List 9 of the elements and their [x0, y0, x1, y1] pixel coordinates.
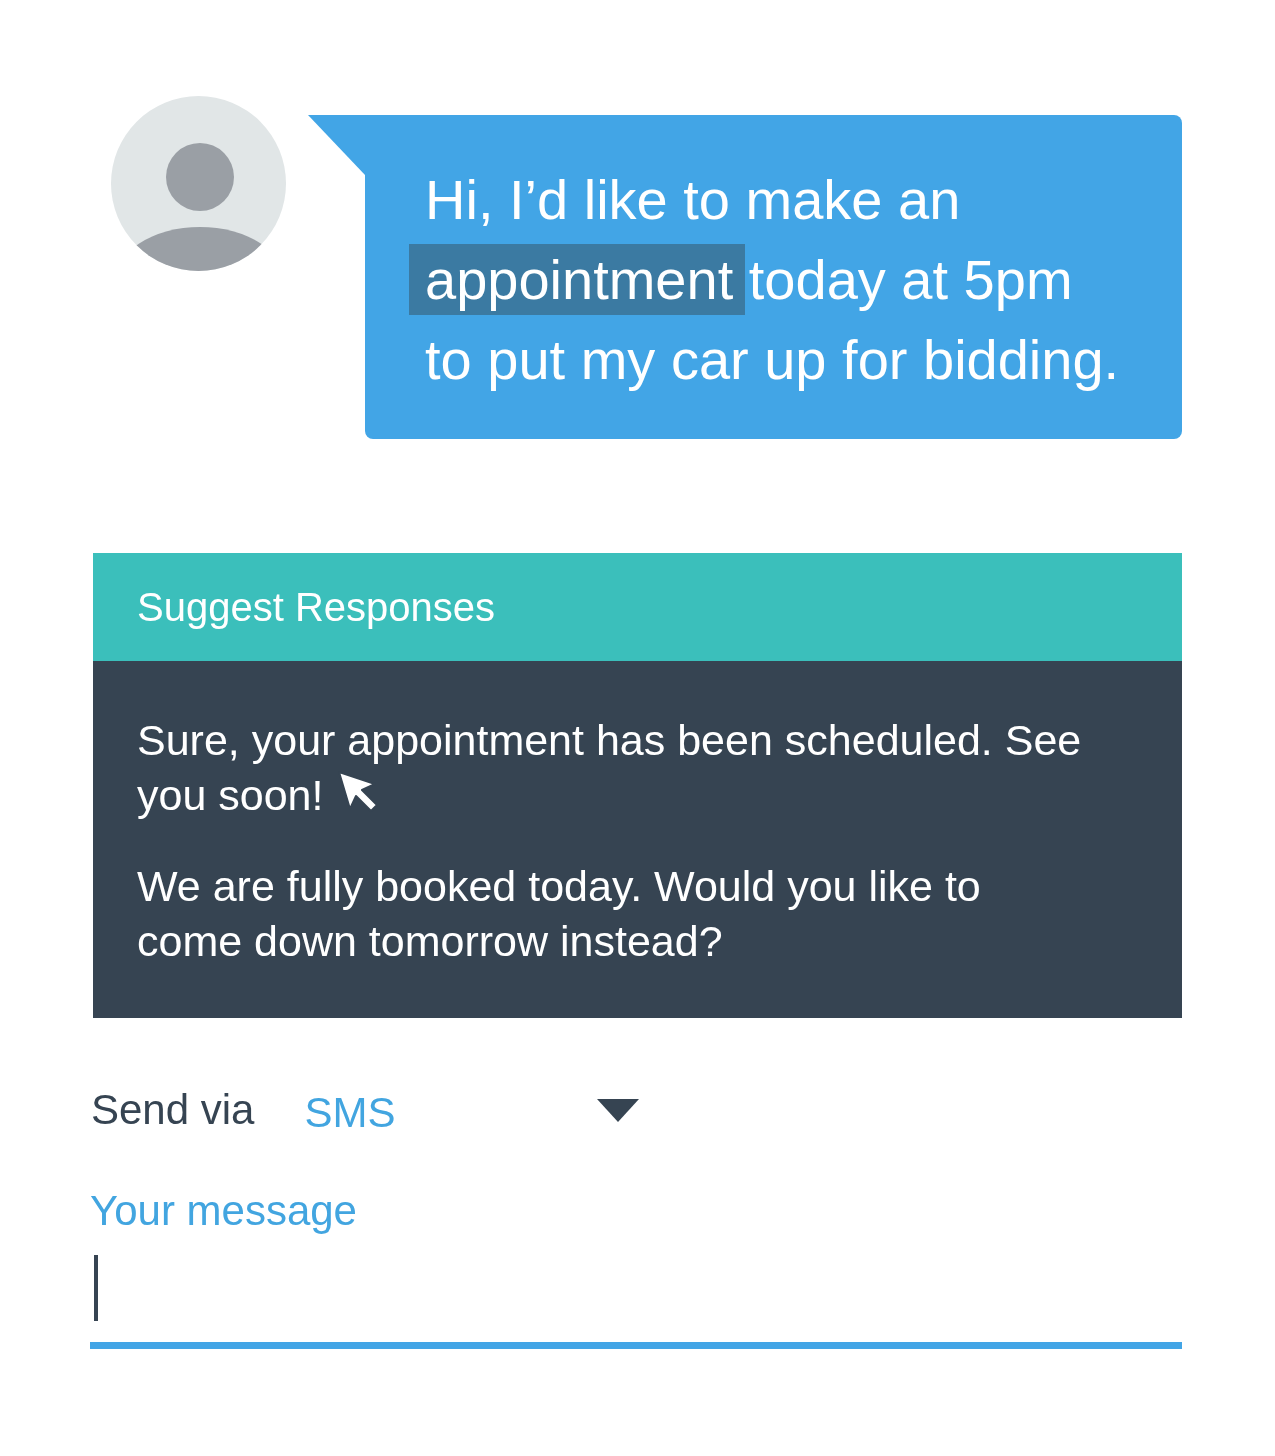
text-cursor-icon: [94, 1255, 98, 1321]
suggested-response[interactable]: Sure, your appointment has been scheduled. See you soon!: [137, 713, 1082, 823]
panel-title: Suggest Responses: [137, 584, 495, 631]
suggested-response[interactable]: We are fully booked today. Would you like to come down tomorrow instead?: [137, 859, 981, 969]
field-label: Your message: [90, 1186, 357, 1236]
message-text: Hi, I’d like to make an appointment today at 5pm to put my car up for bidding.: [409, 160, 1120, 400]
avatar-icon: [111, 96, 286, 271]
send-via-label: Send via: [91, 1085, 255, 1135]
caret-icon: [597, 1098, 640, 1122]
